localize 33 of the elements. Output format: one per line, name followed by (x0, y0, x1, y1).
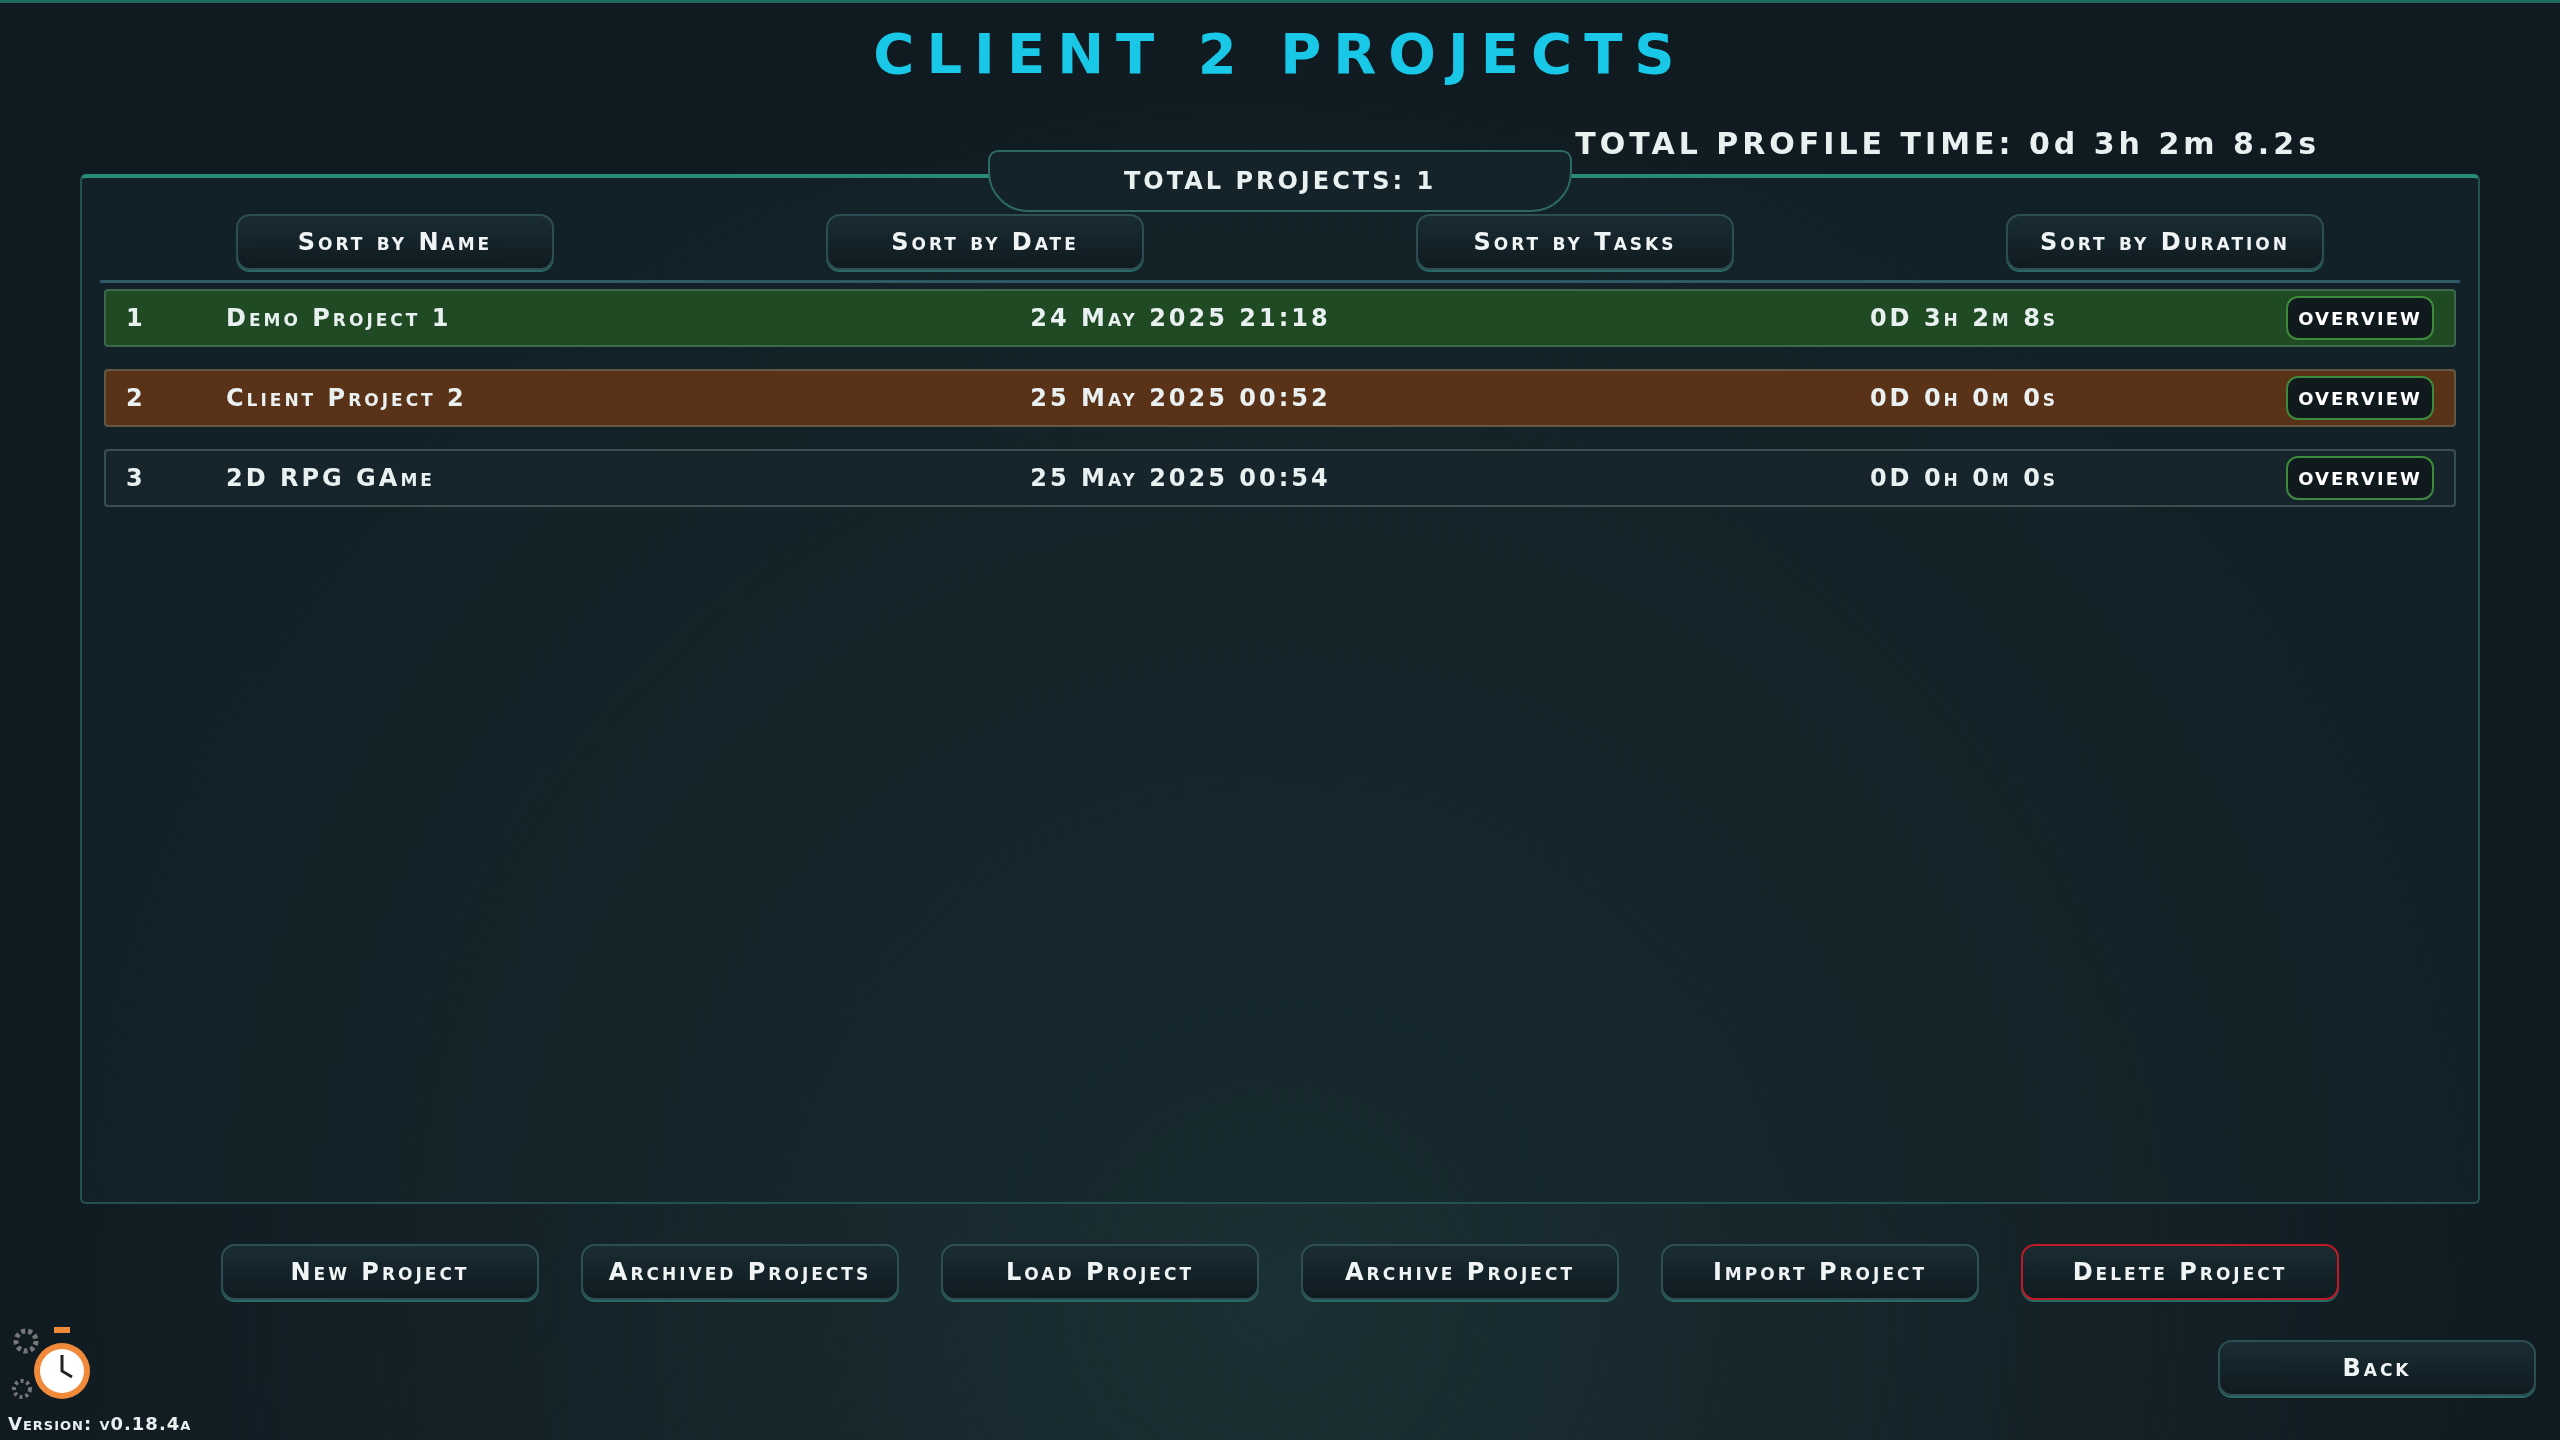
sort-button[interactable]: Sort by Tasks (1416, 214, 1734, 270)
action-button[interactable]: Import Project (1661, 1244, 1979, 1300)
row-index: 2 (126, 384, 147, 412)
project-duration: 0D 0h 0m 0s (1868, 464, 2060, 492)
project-row[interactable]: 3 2D RPG GAme 25 May 2025 00:54 0D 0h 0m 0s OVERVIEW (104, 449, 2456, 507)
overview-button[interactable]: OVERVIEW (2286, 456, 2434, 500)
sort-button[interactable]: Sort by Name (236, 214, 554, 270)
project-date: 24 May 2025 21:18 (1029, 304, 1332, 332)
action-button[interactable]: Archive Project (1301, 1244, 1619, 1300)
back-button[interactable]: Back (2218, 1340, 2536, 1396)
project-name: Demo Project 1 (226, 304, 453, 332)
project-duration: 0D 0h 0m 0s (1868, 384, 2060, 412)
project-date: 25 May 2025 00:52 (1029, 384, 1332, 412)
action-button[interactable]: New Project (221, 1244, 539, 1300)
row-index: 1 (126, 304, 147, 332)
project-row[interactable]: 2 Client Project 2 25 May 2025 00:52 0D 0h 0m 0s OVERVIEW (104, 369, 2456, 427)
project-duration: 0D 3h 2m 8s (1868, 304, 2060, 332)
action-button[interactable]: Load Project (941, 1244, 1259, 1300)
page-title: CLIENT 2 PROJECTS (873, 21, 1687, 86)
project-date: 25 May 2025 00:54 (1029, 464, 1332, 492)
overview-button[interactable]: OVERVIEW (2286, 296, 2434, 340)
total-projects-label: TOTAL PROJECTS: 1 (988, 150, 1572, 212)
total-profile-time: TOTAL PROFILE TIME: 0d 3h 2m 8.2s (1575, 126, 2320, 163)
overview-button[interactable]: OVERVIEW (2286, 376, 2434, 420)
project-row[interactable]: 1 Demo Project 1 24 May 2025 21:18 0D 3h 2m 8s OVERVIEW (104, 289, 2456, 347)
sort-button[interactable]: Sort by Duration (2006, 214, 2324, 270)
sort-button[interactable]: Sort by Date (826, 214, 1144, 270)
row-index: 3 (126, 464, 147, 492)
action-button[interactable]: Delete Project (2021, 1244, 2339, 1300)
action-button[interactable]: Archived Projects (581, 1244, 899, 1300)
project-name: 2D RPG GAme (226, 464, 436, 492)
version-label: Version: v0.18.4a (8, 1413, 192, 1434)
project-name: Client Project 2 (226, 384, 468, 412)
